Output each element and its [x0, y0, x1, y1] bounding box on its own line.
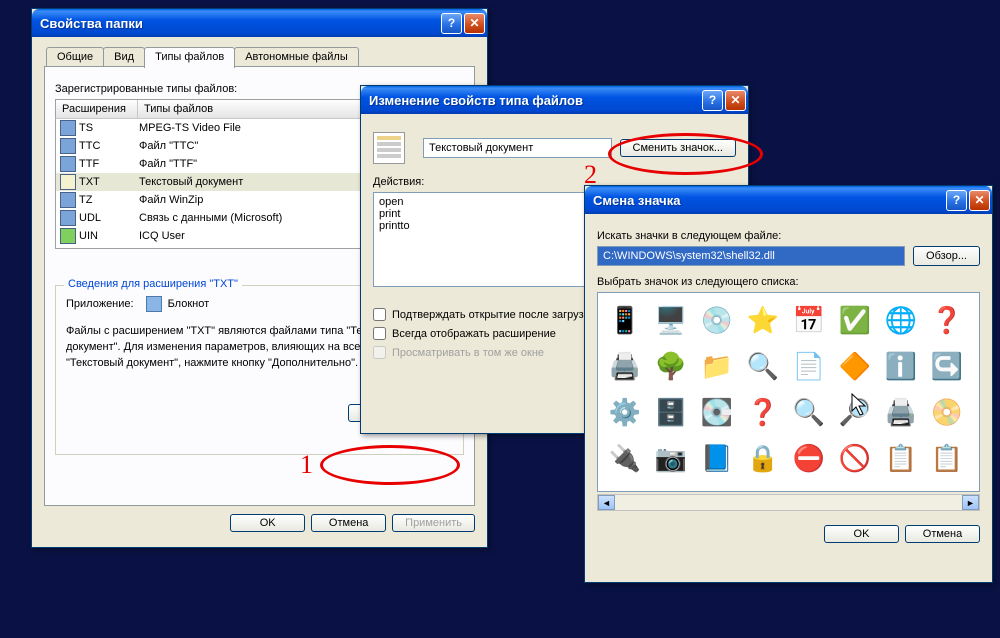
icon-cell[interactable]: 📄: [788, 345, 830, 387]
icon-cell[interactable]: ⚙️: [604, 391, 646, 433]
window-title: Изменение свойств типа файлов: [369, 93, 702, 108]
col-ext[interactable]: Расширения: [56, 100, 138, 118]
filetype-icon: [60, 174, 76, 190]
help-button[interactable]: ?: [441, 13, 462, 34]
app-label: Приложение:: [66, 298, 134, 310]
help-button[interactable]: ?: [702, 90, 723, 111]
path-label: Искать значки в следующем файле:: [597, 230, 980, 242]
help-button[interactable]: ?: [946, 190, 967, 211]
filetype-icon: [60, 210, 76, 226]
cancel-button[interactable]: Отмена: [311, 514, 386, 532]
icon-cell[interactable]: ℹ️: [880, 345, 922, 387]
window-title: Смена значка: [593, 193, 946, 208]
icon-cell[interactable]: 🔎: [834, 391, 876, 433]
icon-cell[interactable]: ⭐: [742, 299, 784, 341]
close-button[interactable]: ✕: [464, 13, 485, 34]
tab-view[interactable]: Вид: [103, 47, 145, 66]
icon-cell[interactable]: 🔌: [604, 437, 646, 479]
titlebar[interactable]: Свойства папки ? ✕: [32, 9, 487, 37]
icon-cell[interactable]: 💽: [696, 391, 738, 433]
icon-cell[interactable]: 🌐: [880, 299, 922, 341]
icon-cell[interactable]: 📱: [604, 299, 646, 341]
icon-cell[interactable]: 🖥️: [650, 299, 692, 341]
filetype-icon: [60, 156, 76, 172]
filetype-icon: [60, 138, 76, 154]
path-input[interactable]: [597, 246, 905, 266]
filetype-icon: [60, 228, 76, 244]
close-button[interactable]: ✕: [969, 190, 990, 211]
change-icon-button[interactable]: Сменить значок...: [620, 139, 737, 157]
icon-cell[interactable]: 📁: [696, 345, 738, 387]
filetype-icon: [60, 192, 76, 208]
icon-cell[interactable]: ⛔: [788, 437, 830, 479]
type-name-input[interactable]: [423, 138, 612, 158]
cancel-button[interactable]: Отмена: [905, 525, 980, 543]
icon-list-label: Выбрать значок из следующего списка:: [597, 276, 980, 288]
icon-cell[interactable]: ❓: [742, 391, 784, 433]
icon-cell[interactable]: 🔒: [742, 437, 784, 479]
icon-cell[interactable]: 💿: [696, 299, 738, 341]
icon-cell[interactable]: ✅: [834, 299, 876, 341]
icon-cell[interactable]: 📋: [880, 437, 922, 479]
icon-cell[interactable]: 📘: [696, 437, 738, 479]
tab-general[interactable]: Общие: [46, 47, 104, 66]
ok-button[interactable]: OK: [230, 514, 305, 532]
filetype-icon: [60, 120, 76, 136]
scroll-track[interactable]: [615, 495, 962, 510]
scroll-left-icon[interactable]: ◄: [598, 495, 615, 510]
tab-filetypes[interactable]: Типы файлов: [144, 47, 235, 68]
icon-cell[interactable]: 🖨️: [604, 345, 646, 387]
groupbox-title: Сведения для расширения "TXT": [64, 278, 242, 290]
app-name: Блокнот: [168, 298, 210, 310]
icon-cell[interactable]: 🔍: [788, 391, 830, 433]
icon-cell[interactable]: ❓: [926, 299, 968, 341]
titlebar[interactable]: Изменение свойств типа файлов ? ✕: [361, 86, 748, 114]
icon-cell[interactable]: 🗄️: [650, 391, 692, 433]
icon-cell[interactable]: 🔍: [742, 345, 784, 387]
icon-cell[interactable]: 📋: [926, 437, 968, 479]
icon-cell[interactable]: 📅: [788, 299, 830, 341]
icon-cell[interactable]: 🖨️: [880, 391, 922, 433]
change-icon-window: Смена значка ? ✕ Искать значки в следующ…: [584, 185, 993, 583]
notepad-small-icon: [146, 296, 162, 312]
close-button[interactable]: ✕: [725, 90, 746, 111]
ok-button[interactable]: OK: [824, 525, 899, 543]
filetype-large-icon: [373, 132, 405, 164]
scroll-right-icon[interactable]: ►: [962, 495, 979, 510]
icon-cell[interactable]: 🔶: [834, 345, 876, 387]
apply-button[interactable]: Применить: [392, 514, 475, 532]
icon-cell[interactable]: ↪️: [926, 345, 968, 387]
icon-cell[interactable]: 🌳: [650, 345, 692, 387]
icon-grid[interactable]: 📱🖥️💿⭐📅✅🌐❓🖨️🌳📁🔍📄🔶ℹ️↪️⚙️🗄️💽❓🔍🔎🖨️📀🔌📷📘🔒⛔🚫📋📋: [597, 292, 980, 492]
horizontal-scrollbar[interactable]: ◄ ►: [597, 494, 980, 511]
window-title: Свойства папки: [40, 16, 441, 31]
browse-button[interactable]: Обзор...: [913, 246, 980, 266]
tabs: Общие Вид Типы файлов Автономные файлы: [46, 47, 475, 66]
icon-cell[interactable]: 📷: [650, 437, 692, 479]
icon-cell[interactable]: 🚫: [834, 437, 876, 479]
tab-offline[interactable]: Автономные файлы: [234, 47, 359, 66]
titlebar[interactable]: Смена значка ? ✕: [585, 186, 992, 214]
icon-cell[interactable]: 📀: [926, 391, 968, 433]
